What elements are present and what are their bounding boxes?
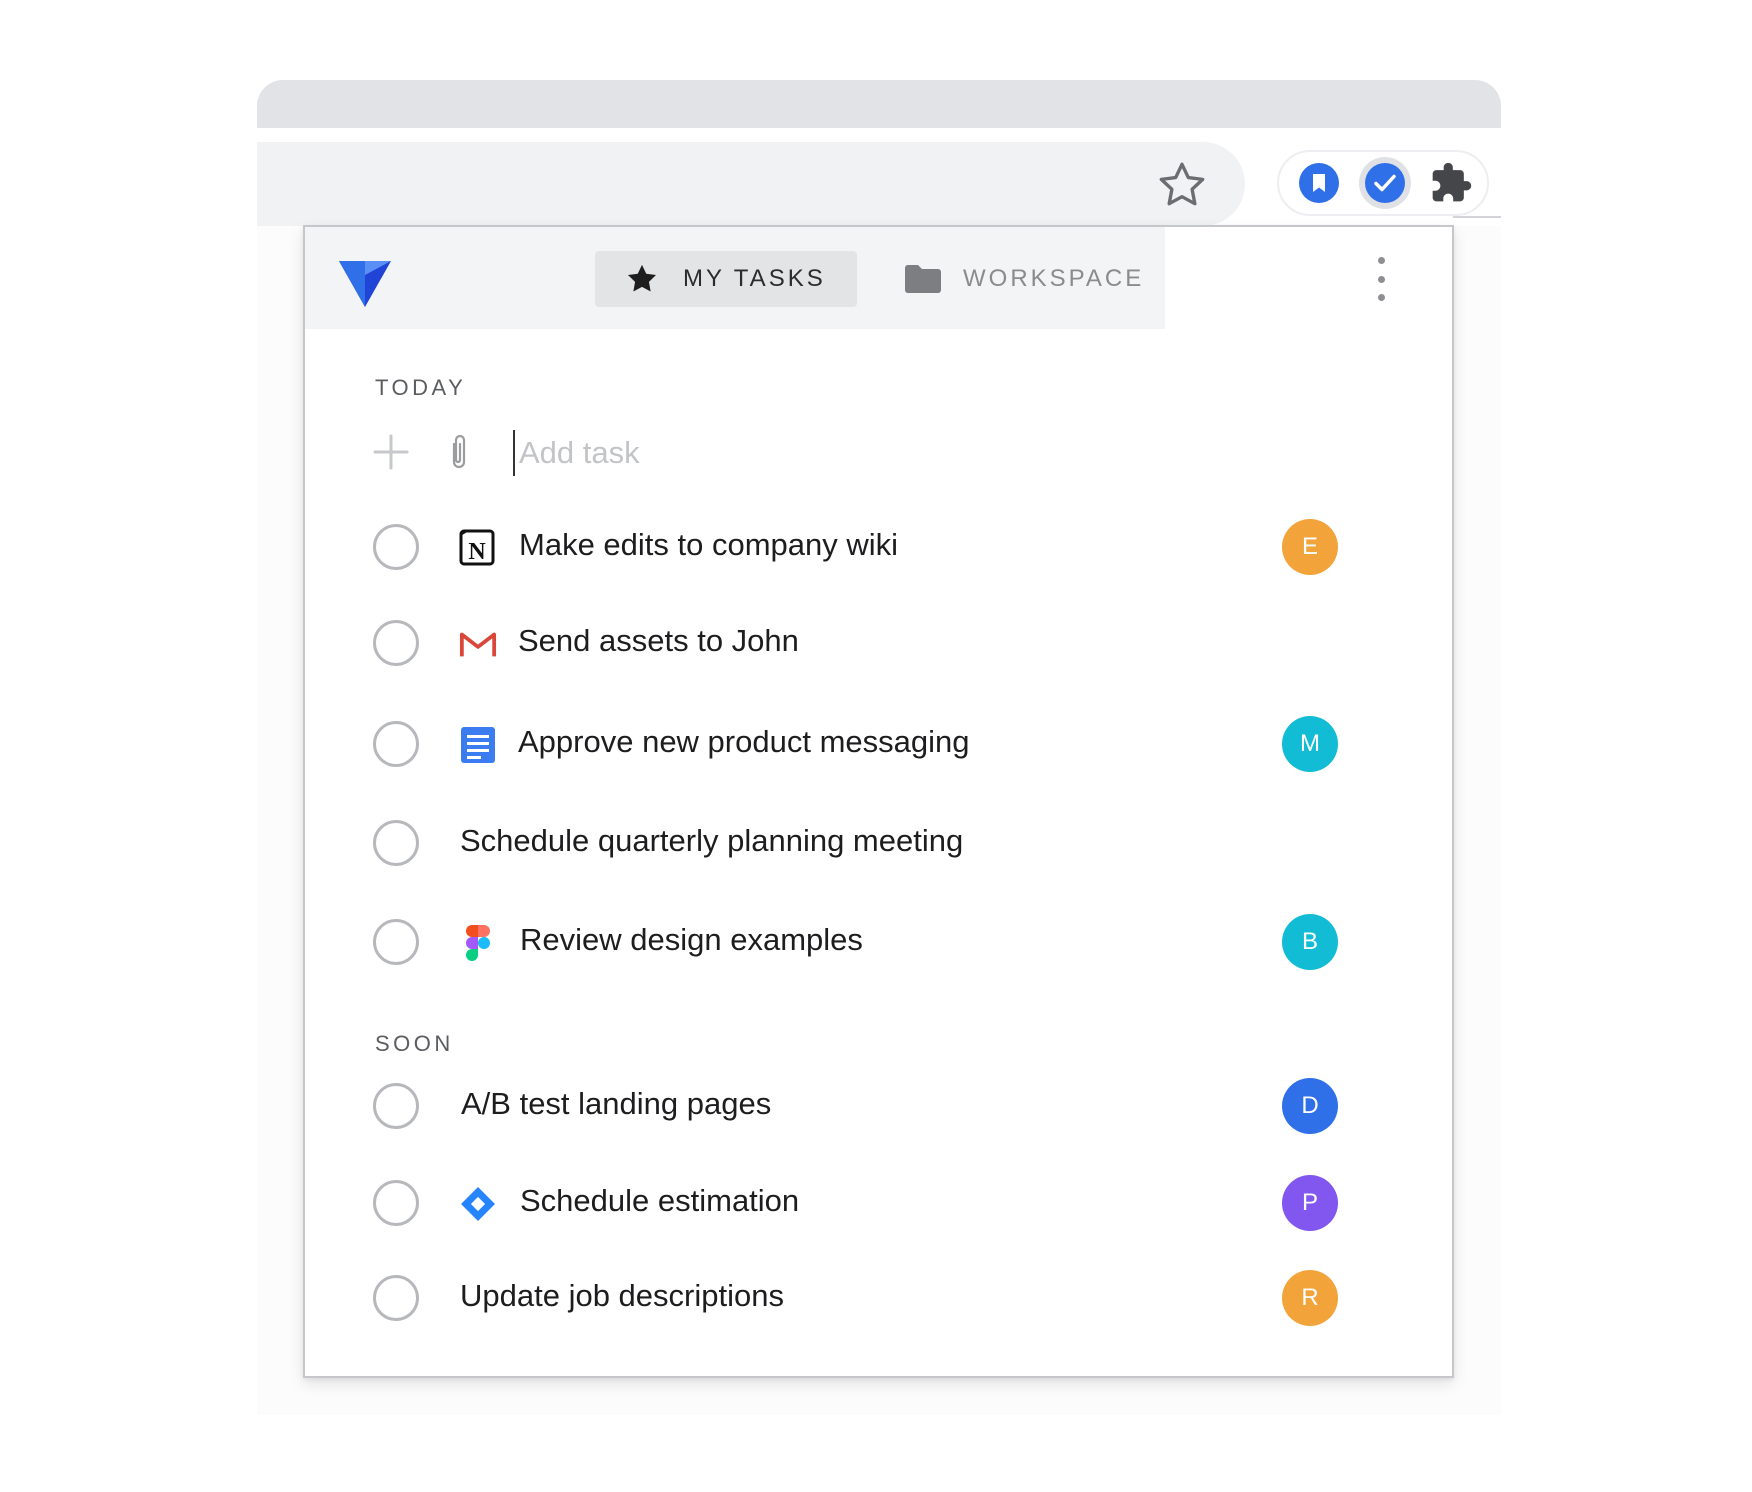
popup-header-right [1165, 227, 1452, 329]
task-row: A/B test landing pages D [305, 1078, 1452, 1138]
figma-icon [459, 924, 497, 962]
extensions-menu-button[interactable] [1425, 157, 1477, 209]
task-row: Review design examples B [305, 914, 1452, 974]
task-text[interactable]: Schedule quarterly planning meeting [460, 823, 963, 859]
assignee-avatar[interactable]: B [1282, 914, 1338, 970]
plus-icon[interactable] [373, 434, 409, 470]
google-docs-icon [459, 726, 497, 764]
paperclip-icon[interactable] [445, 432, 473, 472]
task-row: Schedule quarterly planning meeting [305, 815, 1452, 875]
jira-icon [459, 1185, 497, 1223]
task-text[interactable]: Update job descriptions [460, 1278, 784, 1314]
popup-header: MY TASKS WORKSPACE [305, 227, 1165, 329]
svg-text:N: N [468, 539, 486, 565]
bookmark-star-icon[interactable] [1155, 158, 1209, 212]
task-text[interactable]: Schedule estimation [520, 1183, 799, 1219]
task-row: Approve new product messaging M [305, 716, 1452, 776]
add-task-input[interactable] [513, 430, 1121, 476]
assignee-avatar[interactable]: P [1282, 1175, 1338, 1231]
notion-icon: N [459, 529, 497, 567]
extensions-group [1277, 150, 1489, 216]
tasks-popup: MY TASKS WORKSPACE TODAY N [303, 225, 1454, 1378]
task-text[interactable]: Approve new product messaging [518, 724, 969, 760]
task-row: N Make edits to company wiki E [305, 519, 1452, 579]
bookmark-extension-icon [1299, 163, 1339, 203]
section-label-today: TODAY [375, 375, 467, 400]
browser-toolbar [257, 128, 1501, 226]
task-text[interactable]: Send assets to John [518, 623, 799, 659]
more-options-icon[interactable] [1371, 257, 1391, 301]
tab-label: WORKSPACE [963, 265, 1145, 292]
add-task-row [373, 430, 1273, 476]
assignee-avatar[interactable]: M [1282, 716, 1338, 772]
task-row: Send assets to John [305, 615, 1452, 675]
task-text[interactable]: A/B test landing pages [461, 1086, 771, 1122]
folder-icon [905, 265, 941, 293]
task-row: Update job descriptions R [305, 1270, 1452, 1330]
tab-my-tasks[interactable]: MY TASKS [595, 251, 857, 307]
browser-tab-strip [257, 80, 1501, 128]
gmail-icon [459, 625, 497, 663]
check-extension-icon [1365, 163, 1405, 203]
task-checkbox[interactable] [373, 1180, 419, 1226]
task-checkbox[interactable] [373, 524, 419, 570]
assignee-avatar[interactable]: D [1282, 1078, 1338, 1134]
task-checkbox[interactable] [373, 1275, 419, 1321]
task-checkbox[interactable] [373, 1083, 419, 1129]
tab-label: MY TASKS [683, 265, 826, 292]
task-row: Schedule estimation P [305, 1175, 1452, 1235]
assignee-avatar[interactable]: E [1282, 519, 1338, 575]
task-text[interactable]: Make edits to company wiki [519, 527, 898, 563]
task-checkbox[interactable] [373, 620, 419, 666]
bookmark-extension-button[interactable] [1293, 157, 1345, 209]
address-bar[interactable] [257, 142, 1245, 226]
task-checkbox[interactable] [373, 919, 419, 965]
tasks-extension-button[interactable] [1359, 157, 1411, 209]
task-checkbox[interactable] [373, 820, 419, 866]
section-label-soon: SOON [375, 1031, 454, 1056]
task-text[interactable]: Review design examples [520, 922, 863, 958]
task-checkbox[interactable] [373, 721, 419, 767]
tab-workspace[interactable]: WORKSPACE [905, 251, 1165, 307]
star-icon [625, 262, 659, 296]
puzzle-icon [1432, 162, 1472, 202]
app-logo-icon [339, 261, 391, 307]
toolbar-divider [1453, 216, 1501, 218]
assignee-avatar[interactable]: R [1282, 1270, 1338, 1326]
